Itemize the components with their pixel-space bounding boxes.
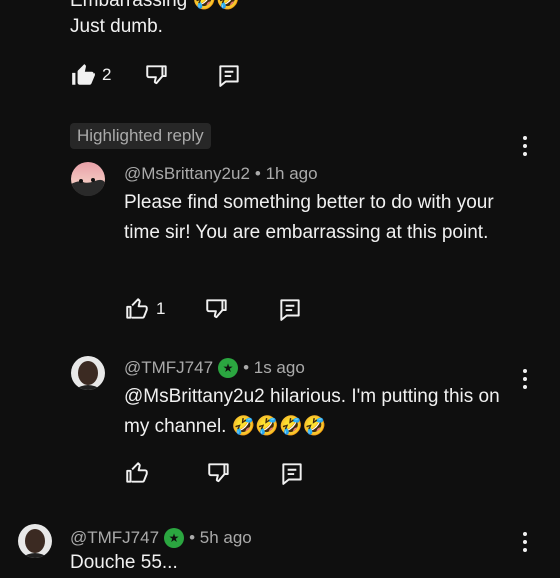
reply-icon [219, 65, 240, 87]
author-handle[interactable]: @TMFJ747 [124, 358, 213, 378]
comment-text: Douche 55... [70, 552, 178, 573]
avatar[interactable] [71, 162, 105, 196]
reply-button[interactable] [277, 296, 303, 322]
avatar-image [71, 162, 105, 196]
like-button[interactable]: 1 [124, 296, 165, 322]
timestamp: • 1h ago [254, 164, 318, 183]
more-vert-icon [523, 369, 527, 373]
avatar-image [18, 524, 52, 558]
dislike-button[interactable] [204, 296, 230, 322]
thumb-up-icon [72, 64, 95, 85]
more-options-button[interactable] [515, 134, 535, 158]
dislike-button[interactable] [206, 460, 232, 486]
reply-text: @MsBrittany2u2 hilarious. I'm putting th… [124, 386, 500, 437]
like-button[interactable] [124, 460, 150, 486]
reply-button[interactable] [279, 460, 305, 486]
thumb-down-icon [206, 299, 228, 319]
avatar[interactable] [18, 524, 52, 558]
thumb-down-icon [146, 65, 168, 85]
reply-icon [280, 299, 301, 321]
timestamp: • 5h ago [189, 528, 252, 547]
more-vert-icon [523, 532, 527, 536]
reply-meta: @TMFJ747 • 1s ago [124, 358, 305, 378]
verified-icon [164, 528, 185, 548]
author-handle[interactable]: @TMFJ747 [70, 528, 159, 548]
reply-button[interactable] [216, 62, 242, 88]
timestamp: • 1s ago [243, 358, 305, 377]
like-button[interactable]: 2 [70, 62, 111, 88]
dislike-button[interactable] [144, 62, 170, 88]
reply-meta: @MsBrittany2u2 • 1h ago [124, 164, 318, 184]
verified-icon [218, 358, 239, 378]
comment-text-line: Just dumb. [70, 16, 163, 37]
highlighted-reply-chip: Highlighted reply [70, 123, 211, 149]
like-count: 2 [102, 65, 112, 84]
author-handle[interactable]: @MsBrittany2u2 [124, 164, 250, 184]
reply-actions: 1 [124, 296, 303, 322]
avatar-image [71, 356, 105, 390]
reply-actions [124, 460, 305, 486]
avatar[interactable] [71, 356, 105, 390]
comment-actions: 2 [70, 62, 242, 88]
reply-icon [282, 463, 302, 485]
thumb-up-icon [126, 298, 148, 319]
comment-text-line: Embarrassing 🤣🤣 [70, 0, 240, 11]
more-options-button[interactable] [515, 530, 535, 554]
thumb-up-icon [126, 462, 148, 483]
like-count: 1 [156, 299, 166, 318]
thumb-down-icon [208, 463, 229, 483]
comment-meta: @TMFJ747 • 5h ago [70, 528, 252, 548]
more-vert-icon [523, 136, 527, 140]
reply-text: Please find something better to do with … [124, 192, 494, 243]
